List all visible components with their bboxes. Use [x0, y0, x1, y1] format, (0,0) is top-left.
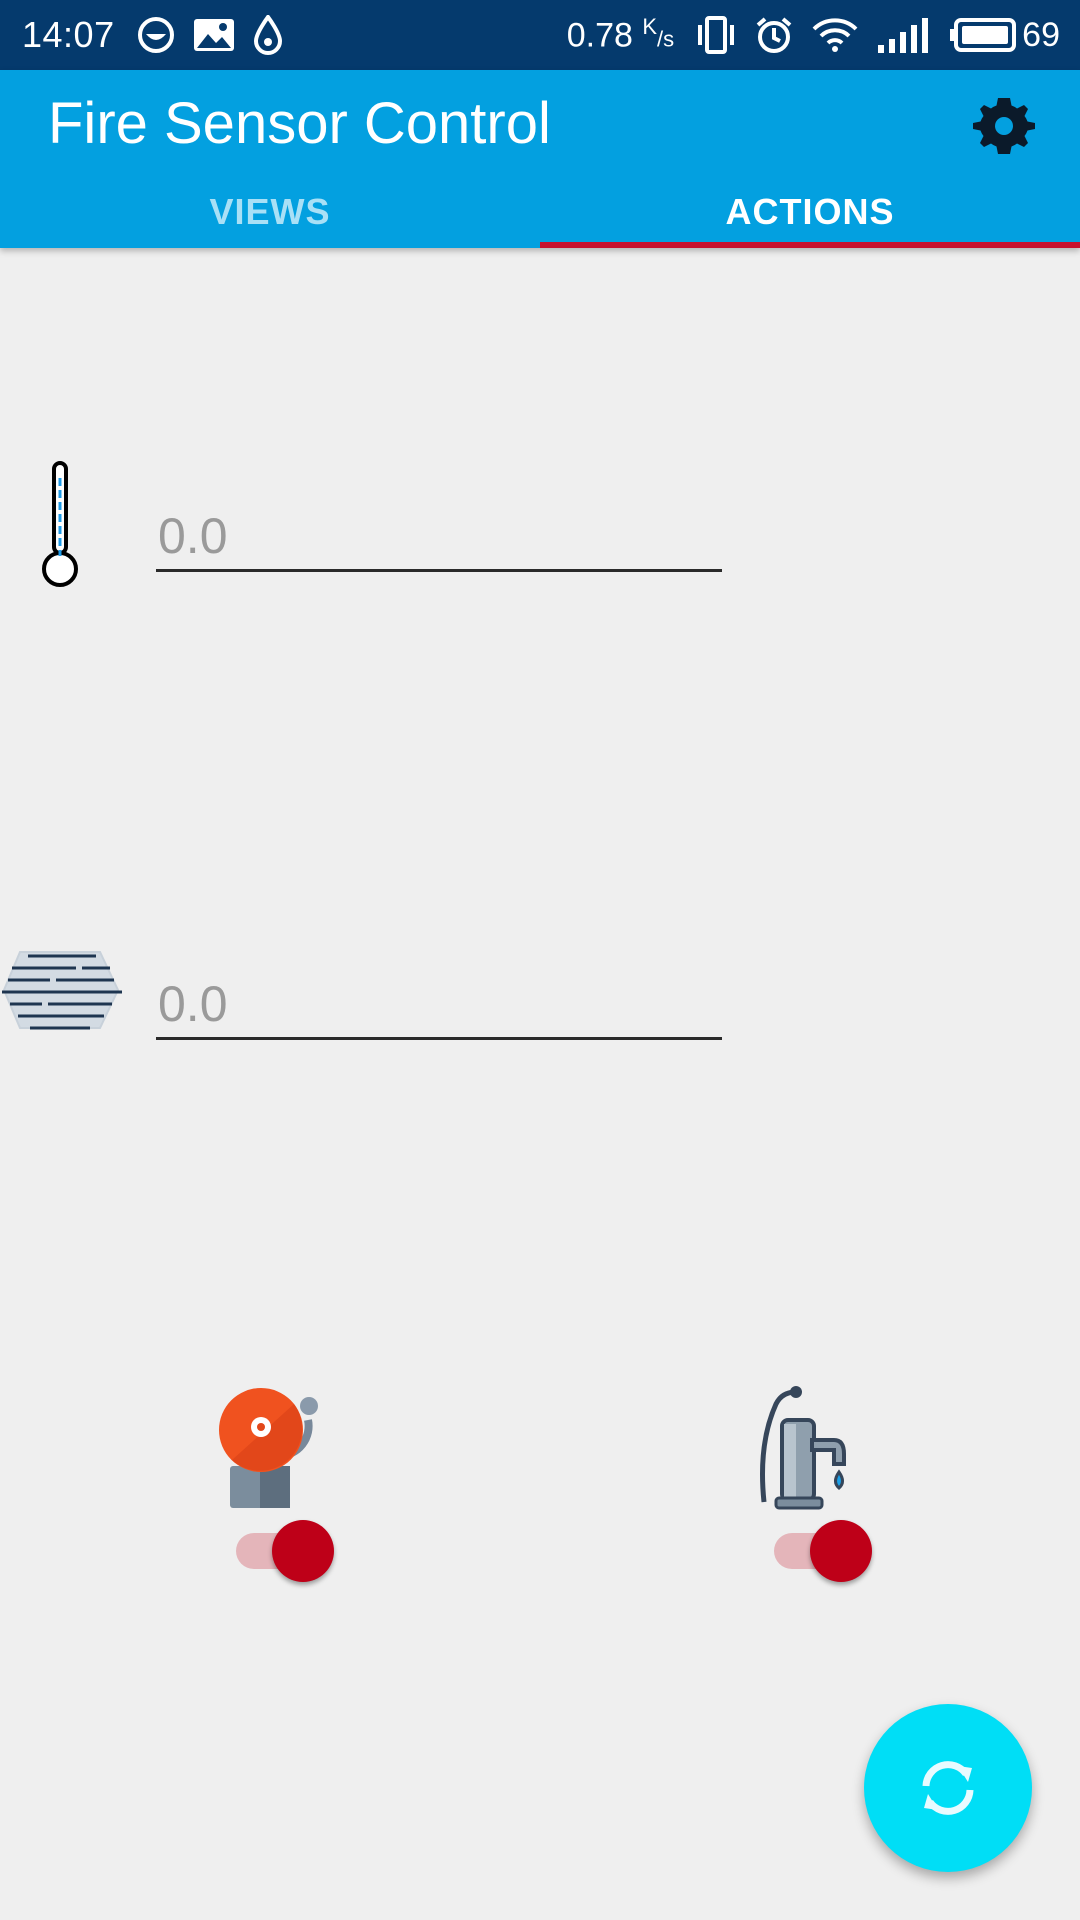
gear-icon: [973, 98, 1035, 154]
temperature-field[interactable]: 0.0: [156, 502, 722, 572]
vibrate-icon: [696, 15, 736, 55]
tab-views[interactable]: VIEWS: [0, 182, 540, 248]
speed-value: 0.78: [566, 16, 633, 55]
wifi-icon: [812, 15, 858, 55]
humidity-value: 0.0: [158, 975, 228, 1032]
water-pump-icon: [754, 1384, 854, 1515]
app-bar: Fire Sensor Control VIEWS ACTIONS: [0, 70, 1080, 248]
drop-icon: [253, 15, 283, 55]
alarm-bell-icon: [218, 1384, 322, 1515]
alarm-switch[interactable]: [236, 1520, 336, 1582]
pump-switch-thumb: [810, 1520, 872, 1582]
tab-actions-label: ACTIONS: [725, 191, 895, 232]
signal-icon: [876, 15, 932, 55]
battery-level: 69: [1022, 15, 1060, 54]
thermometer-icon: [40, 460, 80, 595]
status-left: 14:07: [22, 0, 301, 70]
tab-views-label: VIEWS: [209, 191, 331, 232]
refresh-icon: [922, 1761, 974, 1815]
temperature-row: 0.0: [0, 460, 1080, 620]
speed-unit-top: K: [642, 14, 658, 40]
humidity-field[interactable]: 0.0: [156, 970, 722, 1040]
status-right: 0.78 K/s 69: [567, 0, 1060, 70]
app-title: Fire Sensor Control: [48, 91, 551, 156]
network-speed: 0.78 K/s: [567, 14, 674, 55]
pump-switch[interactable]: [774, 1520, 874, 1582]
face-icon: [137, 16, 175, 54]
status-bar: 14:07 0.78 K/s 69: [0, 0, 1080, 70]
alarm-control: [218, 1384, 418, 1604]
alarm-switch-thumb: [272, 1520, 334, 1582]
image-icon: [193, 18, 235, 52]
fog-icon: [0, 940, 124, 1045]
humidity-row: 0.0: [0, 930, 1080, 1090]
tab-indicator: [540, 242, 1080, 248]
alarm-icon: [754, 15, 794, 55]
settings-button[interactable]: [964, 86, 1044, 166]
pump-control: [754, 1384, 954, 1604]
refresh-button[interactable]: [864, 1704, 1032, 1872]
tab-bar: VIEWS ACTIONS: [0, 182, 1080, 248]
battery-icon: [950, 18, 1017, 52]
speed-unit-bottom: /s: [657, 26, 675, 52]
tab-actions[interactable]: ACTIONS: [540, 182, 1080, 248]
status-time: 14:07: [22, 14, 115, 55]
temperature-value: 0.0: [158, 507, 228, 564]
